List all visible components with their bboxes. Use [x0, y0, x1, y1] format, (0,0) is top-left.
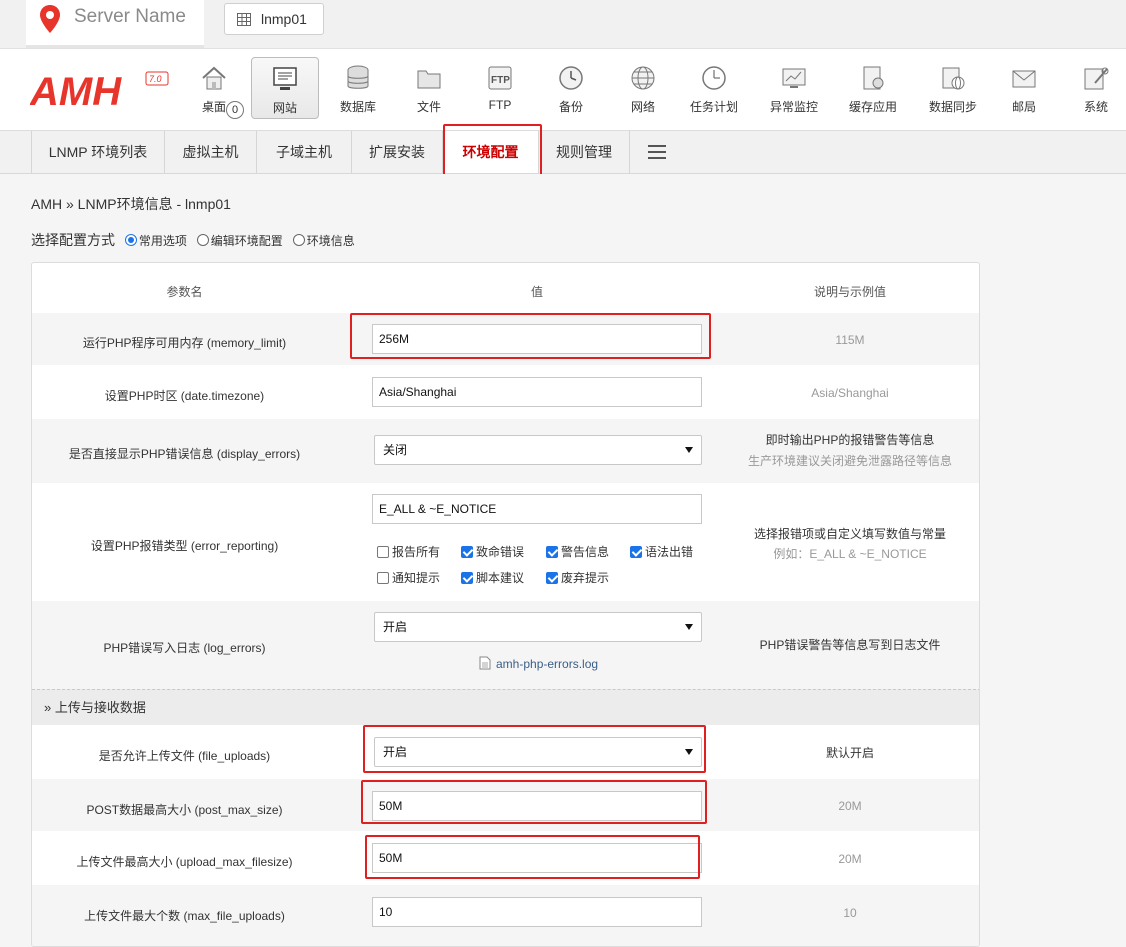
svg-text:7.0: 7.0 [149, 74, 162, 84]
file-icon [479, 656, 491, 670]
ftp-icon: FTP [488, 66, 512, 90]
globe-icon [631, 66, 655, 90]
checkbox-icon[interactable] [377, 546, 389, 558]
check-notice[interactable]: 通知提示 [377, 569, 440, 586]
nav-website[interactable]: 网站 [251, 57, 319, 119]
top-bar: Server Name lnmp01 [0, 0, 1126, 48]
instance-tab-label: lnmp01 [261, 11, 307, 27]
table-row: PHP错误写入日志 (log_errors) 开启 amh-php-errors… [32, 601, 979, 689]
tab-rules[interactable]: 规则管理 [539, 131, 630, 173]
check-strict[interactable]: 脚本建议 [461, 569, 524, 586]
nav-system[interactable]: 系统 [1062, 57, 1126, 119]
grid-icon [237, 13, 251, 26]
radio-icon[interactable] [292, 234, 305, 246]
check-deprecated[interactable]: 废弃提示 [546, 569, 609, 586]
main-nav: AMH 7.0 桌面 0 网站 数据库 文件 FTP FTP 备份 网络 任务计… [0, 48, 1126, 130]
radio-icon[interactable] [124, 234, 137, 246]
nav-network[interactable]: 网络 [609, 57, 677, 119]
mode-option-edit[interactable]: 编辑环境配置 [196, 234, 283, 248]
instance-tab[interactable]: lnmp01 [224, 3, 324, 35]
check-warning[interactable]: 警告信息 [546, 543, 609, 560]
timezone-input[interactable]: Asia/Shanghai [372, 377, 702, 407]
check-report-all[interactable]: 报告所有 [377, 543, 440, 560]
breadcrumb: AMH » LNMP环境信息 - lnmp01 [31, 196, 231, 212]
notification-badge: 0 [226, 101, 244, 119]
tab-env-config[interactable]: 环境配置 [443, 131, 539, 173]
table-row: 上传文件最高大小 (upload_max_filesize) 50M 20M [32, 831, 979, 885]
content-area: AMH » LNMP环境信息 - lnmp01 选择配置方式 常用选项 编辑环境… [0, 174, 1126, 947]
svg-text:FTP: FTP [491, 75, 510, 86]
menu-icon[interactable] [648, 145, 666, 159]
config-mode-label: 选择配置方式 [31, 232, 115, 248]
table-row: 设置PHP时区 (date.timezone) Asia/Shanghai As… [32, 365, 979, 419]
svg-text:AMH: AMH [30, 70, 122, 114]
table-header: 参数名 值 说明与示例值 [32, 263, 979, 313]
folder-icon [417, 70, 441, 89]
tab-subdomain-host[interactable]: 子域主机 [257, 131, 352, 173]
table-row: 是否允许上传文件 (file_uploads) 开启 默认开启 [32, 725, 979, 779]
checkbox-icon[interactable] [461, 572, 473, 584]
check-fatal[interactable]: 致命错误 [461, 543, 524, 560]
home-icon [202, 66, 226, 90]
checkbox-icon[interactable] [546, 572, 558, 584]
settings-icon [1084, 67, 1109, 90]
header-name: 参数名 [166, 285, 203, 299]
nav-cron[interactable]: 任务计划 [680, 57, 748, 119]
table-row: POST数据最高大小 (post_max_size) 50M 20M [32, 779, 979, 831]
dropdown-arrow-icon [685, 749, 693, 755]
dropdown-arrow-icon [685, 624, 693, 630]
config-mode-selector: 选择配置方式 常用选项 编辑环境配置 环境信息 [31, 230, 355, 250]
header-desc: 说明与示例值 [813, 285, 886, 299]
dropdown-arrow-icon [685, 447, 693, 453]
checkbox-icon[interactable] [461, 546, 473, 558]
nav-mail[interactable]: 邮局 [990, 57, 1058, 119]
server-name: Server Name [74, 6, 186, 27]
mode-option-info[interactable]: 环境信息 [292, 234, 355, 248]
monitor-icon [273, 67, 297, 90]
table-row: 是否直接显示PHP错误信息 (display_errors) 关闭 即时输出PH… [32, 419, 979, 483]
nav-ftp[interactable]: FTP FTP [466, 57, 534, 119]
tab-lnmp-list[interactable]: LNMP 环境列表 [31, 131, 165, 173]
memory-limit-input[interactable]: 256M [372, 324, 702, 354]
monitor-chart-icon [782, 68, 806, 88]
log-errors-select[interactable]: 开启 [374, 612, 702, 642]
log-file-link[interactable]: amh-php-errors.log [496, 657, 598, 671]
config-table: 参数名 值 说明与示例值 运行PHP程序可用内存 (memory_limit) … [31, 262, 980, 947]
upload-max-filesize-input[interactable]: 50M [372, 843, 702, 873]
database-icon [347, 65, 369, 89]
post-max-size-input[interactable]: 50M [372, 791, 702, 821]
clock-icon [702, 66, 726, 90]
radio-icon[interactable] [196, 234, 209, 246]
checkbox-icon[interactable] [377, 572, 389, 584]
max-file-uploads-input[interactable]: 10 [372, 897, 702, 927]
table-row: 上传文件最大个数 (max_file_uploads) 10 10 [32, 885, 979, 946]
checkbox-icon[interactable] [630, 546, 642, 558]
section-upload-heading: » 上传与接收数据 [32, 689, 979, 725]
amh-logo: AMH 7.0 [30, 70, 169, 114]
cache-icon [863, 66, 884, 90]
mode-option-common[interactable]: 常用选项 [124, 234, 187, 248]
display-errors-select[interactable]: 关闭 [374, 435, 702, 465]
mail-icon [1012, 70, 1036, 88]
table-row: 运行PHP程序可用内存 (memory_limit) 256M 115M [32, 313, 979, 365]
file-uploads-select[interactable]: 开启 [374, 737, 702, 767]
backup-clock-icon [559, 66, 583, 90]
nav-backup[interactable]: 备份 [537, 57, 605, 119]
check-syntax[interactable]: 语法出错 [630, 543, 693, 560]
table-row: 设置PHP报错类型 (error_reporting) E_ALL & ~E_N… [32, 483, 979, 601]
checkbox-icon[interactable] [546, 546, 558, 558]
nav-cache[interactable]: 缓存应用 [839, 57, 907, 119]
tab-extensions[interactable]: 扩展安装 [352, 131, 443, 173]
tab-virtual-host[interactable]: 虚拟主机 [165, 131, 257, 173]
server-selector[interactable]: Server Name [26, 0, 204, 48]
sync-icon [942, 67, 965, 90]
sub-tab-bar: LNMP 环境列表 虚拟主机 子域主机 扩展安装 环境配置 规则管理 [0, 130, 1126, 174]
header-value: 值 [530, 285, 543, 299]
nav-monitor[interactable]: 异常监控 [760, 57, 828, 119]
nav-files[interactable]: 文件 [395, 57, 463, 119]
error-reporting-input[interactable]: E_ALL & ~E_NOTICE [372, 494, 702, 524]
location-pin-icon [40, 5, 60, 33]
nav-database[interactable]: 数据库 [324, 57, 392, 119]
nav-sync[interactable]: 数据同步 [919, 57, 987, 119]
